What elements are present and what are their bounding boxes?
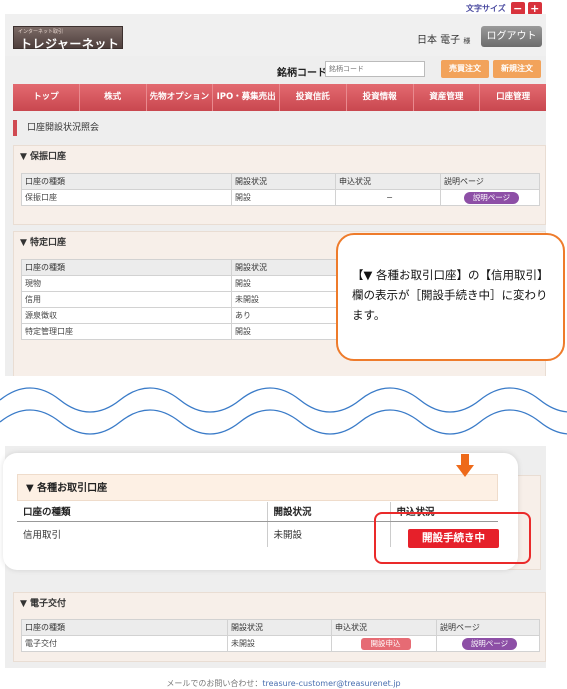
- wave-line-lower: [0, 409, 567, 435]
- apply-open-button[interactable]: 開設申込: [360, 637, 411, 650]
- explanation-cell: 説明ページ: [436, 635, 540, 652]
- apply-cell: 開設申込: [331, 635, 437, 652]
- main-nav: トップ 株式 先物オプション IPO・募集売出 投資信託 投資情報 資産管理 口…: [13, 84, 546, 111]
- table-header-row: 口座の種類 開設状況 申込状況 説明ページ: [21, 173, 540, 190]
- instruction-callout: 【▼ 各種お取引口座】の【信用取引】欄の表示が［開設手続き中］に変わります。: [336, 233, 565, 361]
- section-title[interactable]: ▼ 保振口座: [14, 146, 545, 168]
- open-status: 未開設: [231, 291, 341, 308]
- user-suffix: 様: [463, 37, 471, 45]
- section-title[interactable]: ▼ 電子交付: [14, 593, 545, 615]
- wave-separator: [0, 387, 567, 435]
- account-type: 現物: [21, 275, 232, 292]
- open-status: あり: [231, 307, 341, 324]
- nav-asset-management[interactable]: 資産管理: [414, 84, 481, 111]
- account-type: 信用: [21, 291, 232, 308]
- denshi-section: ▼ 電子交付 口座の種類 開設状況 申込状況 説明ページ 電子交付 未開設 開設…: [13, 592, 546, 662]
- table-row: 現物 開設: [21, 275, 341, 292]
- user-name: 日本 電子 様: [417, 35, 471, 46]
- footer: メールでのお問い合わせ：treasure-customer@treasurene…: [0, 678, 567, 689]
- column-header: 口座の種類: [17, 502, 268, 522]
- account-type: 信用取引: [17, 521, 268, 547]
- column-header: 開設状況: [227, 619, 332, 636]
- hofuri-account-section: ▼ 保振口座 口座の種類 開設状況 申込状況 説明ページ 保振口座 開設 − 説…: [13, 145, 546, 225]
- nav-stocks[interactable]: 株式: [80, 84, 147, 111]
- nav-investment-trust[interactable]: 投資信託: [280, 84, 347, 111]
- column-header: 口座の種類: [21, 259, 232, 276]
- opening-in-progress-badge: 開設手続き中: [408, 529, 499, 548]
- table-row: 電子交付 未開設 開設申込 説明ページ: [21, 635, 540, 652]
- table-header-row: 口座の種類 開設状況 申込状況 説明ページ: [21, 619, 540, 636]
- stock-code-row: 銘柄コード 売買注文 新規注文: [5, 60, 546, 82]
- tokutei-table: 口座の種類 開設状況 現物 開設 信用 未開設 源泉徴収 あり 特定管理口座 開…: [21, 259, 341, 340]
- nav-futures-options[interactable]: 先物オプション: [147, 84, 214, 111]
- support-email-link[interactable]: treasure-customer@treasurenet.jp: [262, 679, 400, 688]
- nav-investment-info[interactable]: 投資情報: [347, 84, 414, 111]
- table-header-row: 口座の種類 開設状況: [21, 259, 341, 276]
- logo-title: トレジャーネット: [20, 37, 120, 51]
- hofuri-table: 口座の種類 開設状況 申込状況 説明ページ 保振口座 開設 − 説明ページ: [21, 173, 540, 206]
- column-header: 申込状況: [335, 173, 441, 190]
- open-status: 開設: [231, 189, 336, 206]
- column-header: 説明ページ: [440, 173, 540, 190]
- explanation-cell: 説明ページ: [440, 189, 540, 206]
- table-row: 信用 未開設: [21, 291, 341, 308]
- apply-status: −: [335, 189, 441, 206]
- open-status: 未開設: [227, 635, 332, 652]
- down-arrow-icon: [456, 454, 474, 477]
- footer-text: メールでのお問い合わせ：: [166, 679, 263, 688]
- open-status: 未開設: [267, 521, 391, 547]
- column-header: 口座の種類: [21, 173, 232, 190]
- column-header: 開設状況: [231, 259, 341, 276]
- column-header: 説明ページ: [436, 619, 540, 636]
- logo-subtitle: インターネット取引: [18, 29, 64, 35]
- explanation-page-button[interactable]: 説明ページ: [461, 637, 518, 650]
- header: インターネット取引 トレジャーネット 日本 電子 様 ログアウト: [5, 14, 546, 56]
- table-row: 特定管理口座 開設: [21, 323, 341, 340]
- column-header: 開設状況: [231, 173, 336, 190]
- account-type: 源泉徴収: [21, 307, 232, 324]
- explanation-page-button[interactable]: 説明ページ: [463, 191, 520, 204]
- table-row: 源泉徴収 あり: [21, 307, 341, 324]
- account-type: 保振口座: [21, 189, 232, 206]
- treasure-net-logo[interactable]: インターネット取引 トレジャーネット: [13, 26, 123, 51]
- open-status: 開設: [231, 323, 341, 340]
- open-status: 開設: [231, 275, 341, 292]
- font-size-label: 文字サイズ: [466, 4, 506, 13]
- column-header: 開設状況: [267, 502, 391, 522]
- column-header: 申込状況: [331, 619, 437, 636]
- account-type: 特定管理口座: [21, 323, 232, 340]
- logout-button[interactable]: ログアウト: [481, 26, 542, 47]
- denshi-table: 口座の種類 開設状況 申込状況 説明ページ 電子交付 未開設 開設申込 説明ペー…: [21, 619, 540, 652]
- nav-ipo[interactable]: IPO・募集売出: [213, 84, 280, 111]
- column-header: 口座の種類: [21, 619, 228, 636]
- table-row: 保振口座 開設 − 説明ページ: [21, 189, 540, 206]
- wave-line-upper: [0, 387, 567, 413]
- buy-sell-order-button[interactable]: 売買注文: [441, 60, 489, 78]
- page-title: 口座開設状況照会: [13, 120, 99, 136]
- stock-code-input[interactable]: [325, 61, 425, 77]
- nav-account-management[interactable]: 口座管理: [480, 84, 546, 111]
- account-type: 電子交付: [21, 635, 228, 652]
- section-title[interactable]: ▼ 各種お取引口座: [17, 474, 498, 501]
- new-order-button[interactable]: 新規注文: [493, 60, 541, 78]
- nav-top[interactable]: トップ: [13, 84, 80, 111]
- stock-code-label: 銘柄コード: [277, 68, 327, 79]
